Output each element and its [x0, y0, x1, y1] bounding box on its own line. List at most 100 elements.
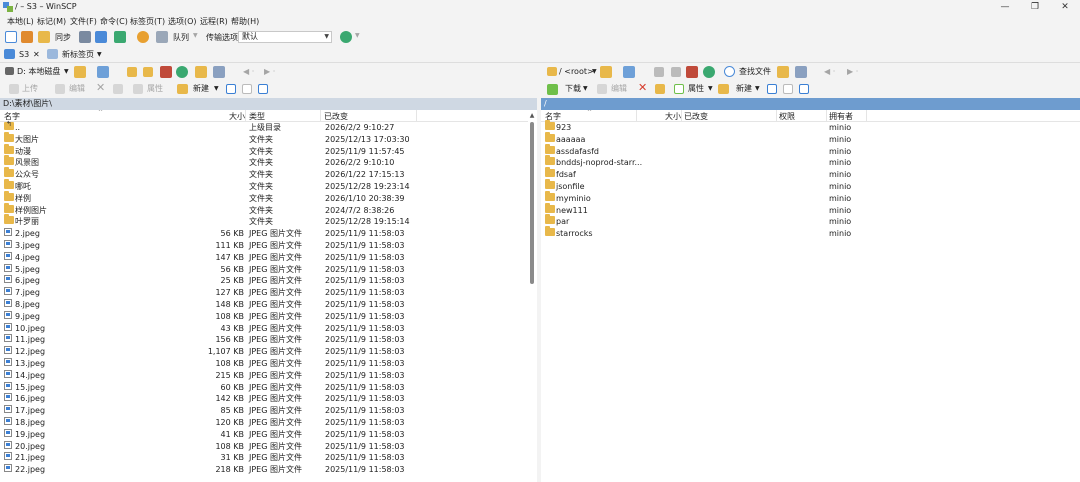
- queue-dropdown-icon[interactable]: ▼: [193, 32, 198, 39]
- table-row[interactable]: 哪吒 文件夹 2025/12/28 19:23:14: [0, 178, 528, 193]
- find-folder-icon[interactable]: [195, 66, 207, 78]
- properties-icon[interactable]: [133, 84, 143, 94]
- delete-icon[interactable]: ✕: [638, 82, 647, 94]
- home-icon[interactable]: [686, 66, 698, 78]
- table-row[interactable]: 2.jpeg 56 KB JPEG 图片文件 2025/11/9 11:58:03: [0, 228, 528, 240]
- col-size[interactable]: 大小: [665, 111, 681, 122]
- new-folder-icon[interactable]: [177, 84, 188, 94]
- table-row[interactable]: 9.jpeg 108 KB JPEG 图片文件 2025/11/9 11:58:03: [0, 310, 528, 323]
- drive-dropdown-icon[interactable]: ▼: [64, 66, 69, 78]
- queue-label[interactable]: 队列: [173, 32, 189, 43]
- new-button[interactable]: 新建: [193, 83, 209, 95]
- new-button[interactable]: 新建: [736, 83, 752, 95]
- edit-button[interactable]: 编辑: [611, 83, 627, 95]
- forward-icon[interactable]: ▶ ·: [847, 66, 858, 78]
- filter-icon[interactable]: [97, 66, 109, 78]
- table-row[interactable]: 21.jpeg 31 KB JPEG 图片文件 2025/11/9 11:58:03: [0, 452, 528, 464]
- table-row[interactable]: 923 minio: [541, 120, 1080, 134]
- remote-file-list[interactable]: 名字 ^ 大小 已改变 权限 拥有者 923 minio aaaaaa minio as…: [541, 110, 1080, 482]
- forward-icon[interactable]: ▶ ·: [264, 66, 275, 78]
- menu-command[interactable]: 命令(C): [100, 16, 128, 27]
- find-files-button[interactable]: 查找文件: [739, 66, 771, 78]
- table-row[interactable]: 10.jpeg 43 KB JPEG 图片文件 2025/11/9 11:58:03: [0, 322, 528, 335]
- table-row[interactable]: jsonfile minio: [541, 178, 1080, 193]
- new-folder-icon[interactable]: [718, 84, 729, 94]
- scroll-up-icon[interactable]: ▲: [528, 112, 536, 119]
- refresh-icon[interactable]: [703, 66, 715, 78]
- table-row[interactable]: 叶罗丽 文件夹 2025/12/28 19:15:14: [0, 214, 528, 228]
- table-row[interactable]: 3.jpeg 111 KB JPEG 图片文件 2025/11/9 11:58:03: [0, 239, 528, 252]
- table-row[interactable]: .. 上级目录 2026/2/2 9:10:27: [0, 119, 528, 134]
- table-row[interactable]: 大图片 文件夹 2025/12/13 17:03:30: [0, 131, 528, 146]
- download-dropdown-icon[interactable]: ▼: [583, 83, 588, 95]
- back-icon[interactable]: ◀ ·: [243, 66, 254, 78]
- root-dir-icon[interactable]: [671, 67, 681, 77]
- root-dir-icon[interactable]: [143, 67, 153, 77]
- col-size[interactable]: 大小: [229, 111, 245, 122]
- plus-icon[interactable]: [226, 84, 236, 94]
- delete-icon[interactable]: ✕: [96, 82, 105, 94]
- table-row[interactable]: 样例图片 文件夹 2024/7/2 8:38:26: [0, 202, 528, 217]
- compare-icon[interactable]: [5, 31, 17, 43]
- parent-dir-icon[interactable]: [654, 67, 664, 77]
- table-row[interactable]: 19.jpeg 41 KB JPEG 图片文件 2025/11/9 11:58:03: [0, 428, 528, 441]
- transfer-settings-select[interactable]: 默认 ▼: [238, 31, 332, 43]
- table-row[interactable]: 7.jpeg 127 KB JPEG 图片文件 2025/11/9 11:58:03: [0, 287, 528, 299]
- right-path-select[interactable]: / <root>: [559, 66, 594, 78]
- menu-remote[interactable]: 远程(R): [200, 16, 228, 27]
- transfer-sync-icon[interactable]: [340, 31, 352, 43]
- plus-icon[interactable]: [767, 84, 777, 94]
- rename-icon[interactable]: [655, 84, 665, 94]
- table-row[interactable]: myminio minio: [541, 190, 1080, 205]
- edit-icon[interactable]: [55, 84, 65, 94]
- table-row[interactable]: bnddsj-noprod-starr... minio: [541, 155, 1080, 169]
- rename-icon[interactable]: [113, 84, 123, 94]
- minus-icon[interactable]: [783, 84, 793, 94]
- table-row[interactable]: 6.jpeg 25 KB JPEG 图片文件 2025/11/9 11:58:03: [0, 275, 528, 287]
- find-folder-icon[interactable]: [777, 66, 789, 78]
- view-icon[interactable]: [213, 66, 225, 78]
- synchronize-icon[interactable]: [38, 31, 50, 43]
- tab-s3[interactable]: S3: [19, 48, 29, 62]
- tab-close-icon[interactable]: ✕: [33, 48, 40, 62]
- menu-file[interactable]: 文件(F): [70, 16, 97, 27]
- col-changed[interactable]: 已改变: [684, 111, 708, 122]
- minus-icon[interactable]: [242, 84, 252, 94]
- refresh-icon[interactable]: [114, 31, 126, 43]
- new-dropdown-icon[interactable]: ▼: [214, 83, 219, 95]
- table-row[interactable]: new111 minio: [541, 202, 1080, 217]
- tab-new-tab[interactable]: 新标签页: [62, 48, 94, 62]
- back-icon[interactable]: ◀ ·: [824, 66, 835, 78]
- search-icon[interactable]: [724, 66, 735, 77]
- table-row[interactable]: aaaaaa minio: [541, 131, 1080, 146]
- new-tab-dropdown-icon[interactable]: ▼: [97, 48, 102, 62]
- col-changed[interactable]: 已改变: [324, 111, 348, 122]
- properties-icon[interactable]: [674, 84, 684, 94]
- local-file-list[interactable]: 名字 ^ 大小 类型 已改变 ..上级目录2026/2/2 9:10:27大图片…: [0, 110, 528, 482]
- table-row[interactable]: 4.jpeg 147 KB JPEG 图片文件 2025/11/9 11:58:03: [0, 251, 528, 264]
- col-owner[interactable]: 拥有者: [829, 111, 853, 122]
- table-row[interactable]: 15.jpeg 60 KB JPEG 图片文件 2025/11/9 11:58:03: [0, 381, 528, 394]
- table-row[interactable]: 5.jpeg 56 KB JPEG 图片文件 2025/11/9 11:58:03: [0, 263, 528, 276]
- transfer-sync-dropdown-icon[interactable]: ▼: [355, 32, 360, 39]
- edit-icon[interactable]: [597, 84, 607, 94]
- table-row[interactable]: fdsaf minio: [541, 167, 1080, 181]
- scrollbar-thumb[interactable]: [530, 122, 534, 284]
- filter-select-icon[interactable]: [258, 84, 268, 94]
- table-row[interactable]: 12.jpeg 1,107 KB JPEG 图片文件 2025/11/9 11:58:…: [0, 346, 528, 358]
- table-row[interactable]: 18.jpeg 120 KB JPEG 图片文件 2025/11/9 11:58:03: [0, 416, 528, 429]
- table-row[interactable]: 风景图 文件夹 2026/2/2 9:10:10: [0, 155, 528, 169]
- table-row[interactable]: 16.jpeg 142 KB JPEG 图片文件 2025/11/9 11:58:03: [0, 393, 528, 405]
- upload-icon[interactable]: [9, 84, 19, 94]
- queue-icon[interactable]: [156, 31, 168, 43]
- menu-options[interactable]: 选项(O): [168, 16, 197, 27]
- right-path-bar[interactable]: /: [541, 98, 1080, 110]
- table-row[interactable]: 动漫 文件夹 2025/11/9 11:57:45: [0, 143, 528, 158]
- parent-dir-icon[interactable]: [127, 67, 137, 77]
- table-row[interactable]: par minio: [541, 214, 1080, 228]
- open-folder-icon[interactable]: [74, 66, 86, 78]
- path-dropdown-icon[interactable]: ▼: [592, 66, 597, 78]
- open-folder-icon[interactable]: [600, 66, 612, 78]
- properties-dropdown-icon[interactable]: ▼: [708, 83, 713, 95]
- properties-button[interactable]: 属性: [688, 83, 704, 95]
